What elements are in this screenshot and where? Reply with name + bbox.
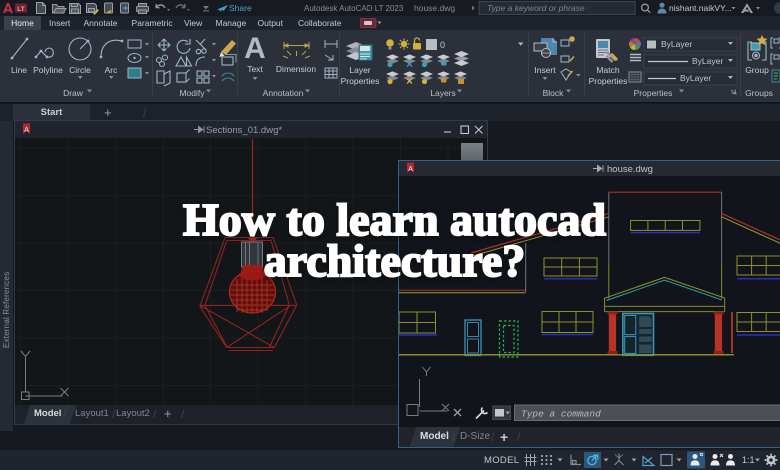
svg-text:Groups: Groups — [745, 88, 773, 98]
svg-text:Circle: Circle — [69, 65, 91, 75]
svg-text:1:1: 1:1 — [742, 455, 755, 465]
svg-text:Autodesk AutoCAD LT 2023: Autodesk AutoCAD LT 2023 — [304, 4, 404, 13]
svg-text:A: A — [408, 166, 413, 173]
svg-text:A: A — [244, 32, 266, 65]
svg-text:Annotation: Annotation — [263, 88, 304, 98]
svg-text:Properties: Properties — [589, 76, 628, 86]
svg-text:Sections_01.dwg*: Sections_01.dwg* — [206, 125, 282, 136]
svg-text:house.dwg: house.dwg — [607, 164, 653, 175]
svg-text:Properties: Properties — [341, 76, 380, 86]
svg-text:LT: LT — [17, 6, 24, 13]
svg-text:Layer: Layer — [349, 65, 370, 75]
svg-text:Type a command: Type a command — [521, 409, 601, 420]
svg-text:A: A — [24, 127, 29, 134]
svg-text:Properties: Properties — [634, 88, 673, 98]
svg-text:house.dwg: house.dwg — [414, 3, 455, 13]
svg-text:Type a keyword or phrase: Type a keyword or phrase — [487, 3, 585, 13]
svg-text:ByLayer: ByLayer — [692, 56, 723, 66]
svg-text:Text: Text — [247, 64, 263, 74]
svg-text:Block: Block — [543, 88, 565, 98]
svg-text:Dimension: Dimension — [276, 64, 316, 74]
svg-text:nishant.naikVY...: nishant.naikVY... — [669, 3, 732, 13]
svg-text:Insert: Insert — [534, 65, 556, 75]
svg-text:Modify: Modify — [179, 88, 205, 98]
svg-text:ByLayer: ByLayer — [680, 73, 711, 83]
svg-text:Arc: Arc — [105, 65, 119, 75]
svg-text:0: 0 — [440, 40, 445, 50]
svg-text:Draw: Draw — [63, 88, 84, 98]
svg-text:MODEL: MODEL — [484, 455, 519, 466]
svg-text:Polyline: Polyline — [33, 65, 63, 75]
svg-text:Match: Match — [596, 65, 619, 75]
svg-text:Group: Group — [745, 65, 769, 75]
svg-text:Line: Line — [11, 65, 27, 75]
svg-text:Layers: Layers — [430, 88, 456, 98]
svg-text:Share: Share — [229, 3, 252, 13]
svg-text:ByLayer: ByLayer — [661, 39, 692, 49]
